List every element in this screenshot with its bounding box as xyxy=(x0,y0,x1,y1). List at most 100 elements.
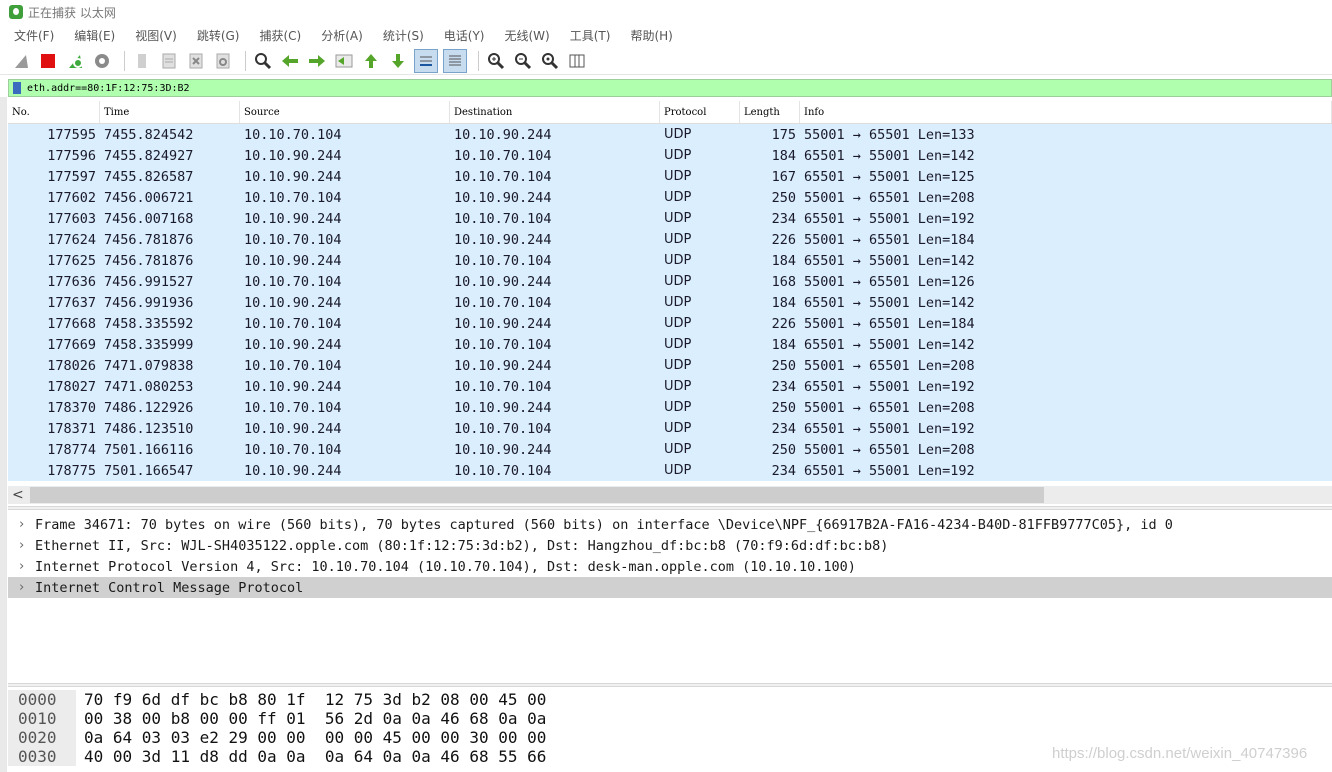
scroll-left-icon[interactable]: < xyxy=(12,486,24,504)
cell-no: 177637 xyxy=(47,294,96,311)
packet-row[interactable]: 178774 7501.166116 10.10.70.104 10.10.90.24… xyxy=(8,439,1332,460)
zoom-out-icon[interactable] xyxy=(512,50,534,72)
packet-row[interactable]: 177668 7458.335592 10.10.70.104 10.10.90.24… xyxy=(8,313,1332,334)
pane-splitter[interactable] xyxy=(8,506,1332,510)
normal-size-icon[interactable] xyxy=(539,50,561,72)
menu-item[interactable]: 工具(T) xyxy=(570,27,611,44)
detail-tree-item[interactable]: › Frame 34671: 70 bytes on wire (560 bits… xyxy=(8,514,1332,535)
cell-protocol: UDP xyxy=(664,190,692,205)
column-header-destination[interactable]: Destination xyxy=(450,101,660,123)
menu-item[interactable]: 统计(S) xyxy=(383,27,424,44)
hex-bytes[interactable]: 00 38 00 b8 00 00 ff 01 56 2d 0a 0a 46 6… xyxy=(84,709,546,728)
cell-info: 65501 → 55001 Len=142 xyxy=(804,294,975,311)
restart-capture-icon[interactable] xyxy=(64,50,86,72)
menu-item[interactable]: 捕获(C) xyxy=(259,27,301,44)
wireshark-app-icon xyxy=(9,5,23,19)
cell-no: 178026 xyxy=(47,357,96,374)
menu-bar: 文件(F) 编辑(E) 视图(V) 跳转(G) 捕获(C) 分析(A) 统计(S) 电话(Y)… xyxy=(0,24,1332,46)
packet-row[interactable]: 177597 7455.826587 10.10.90.244 10.10.70.10… xyxy=(8,166,1332,187)
cell-no: 177624 xyxy=(47,231,96,248)
menu-item[interactable]: 编辑(E) xyxy=(74,27,115,44)
last-packet-icon[interactable] xyxy=(387,50,409,72)
column-header-no[interactable]: No. xyxy=(8,101,100,123)
packet-row[interactable]: 177596 7455.824927 10.10.90.244 10.10.70.10… xyxy=(8,145,1332,166)
first-packet-icon[interactable] xyxy=(360,50,382,72)
open-file-icon[interactable] xyxy=(131,50,153,72)
packet-row[interactable]: 178775 7501.166547 10.10.90.244 10.10.70.10… xyxy=(8,460,1332,481)
cell-no: 178774 xyxy=(47,441,96,458)
menu-item[interactable]: 无线(W) xyxy=(505,27,550,44)
cell-length: 234 xyxy=(771,420,796,437)
cell-info: 65501 → 55001 Len=192 xyxy=(804,378,975,395)
packet-row[interactable]: 177637 7456.991936 10.10.90.244 10.10.70.10… xyxy=(8,292,1332,313)
go-forward-icon[interactable] xyxy=(306,50,328,72)
autoscroll-icon[interactable] xyxy=(414,48,438,73)
save-file-icon[interactable] xyxy=(158,50,180,72)
menu-item[interactable]: 跳转(G) xyxy=(197,27,240,44)
packet-row[interactable]: 177669 7458.335999 10.10.90.244 10.10.70.10… xyxy=(8,334,1332,355)
cell-length: 184 xyxy=(771,336,796,353)
find-packet-icon[interactable] xyxy=(252,50,274,72)
column-header-protocol[interactable]: Protocol xyxy=(660,101,740,123)
filter-bookmark-icon[interactable] xyxy=(13,82,21,94)
reload-file-icon[interactable] xyxy=(212,50,234,72)
menu-item[interactable]: 文件(F) xyxy=(14,27,54,44)
cell-destination: 10.10.90.244 xyxy=(454,273,552,290)
hex-bytes[interactable]: 40 00 3d 11 d8 dd 0a 0a 0a 64 0a 0a 46 6… xyxy=(84,747,546,766)
chevron-right-icon[interactable]: › xyxy=(8,538,35,553)
cell-length: 184 xyxy=(771,294,796,311)
scrollbar-thumb[interactable] xyxy=(30,487,1044,503)
shark-fin-start-icon[interactable] xyxy=(10,50,32,72)
go-back-icon[interactable] xyxy=(279,50,301,72)
detail-tree-item[interactable]: › Internet Control Message Protocol xyxy=(8,577,1332,598)
detail-tree-item[interactable]: › Ethernet II, Src: WJL-SH4035122.opple.c… xyxy=(8,535,1332,556)
display-filter-input[interactable] xyxy=(27,82,627,94)
chevron-right-icon[interactable]: › xyxy=(8,517,35,532)
hex-bytes[interactable]: 70 f9 6d df bc b8 80 1f 12 75 3d b2 08 0… xyxy=(84,690,546,709)
go-to-packet-icon[interactable] xyxy=(333,50,355,72)
chevron-right-icon[interactable]: › xyxy=(8,580,35,595)
zoom-in-icon[interactable] xyxy=(485,50,507,72)
packet-row[interactable]: 177624 7456.781876 10.10.70.104 10.10.90.24… xyxy=(8,229,1332,250)
resize-columns-icon[interactable] xyxy=(566,50,588,72)
hex-offset: 0010 xyxy=(8,709,76,728)
column-header-length[interactable]: Length xyxy=(740,101,800,123)
cell-destination: 10.10.70.104 xyxy=(454,294,552,311)
cell-no: 177669 xyxy=(47,336,96,353)
menu-item[interactable]: 电话(Y) xyxy=(444,27,485,44)
column-header-time[interactable]: Time xyxy=(100,101,240,123)
packet-row[interactable]: 177602 7456.006721 10.10.70.104 10.10.90.24… xyxy=(8,187,1332,208)
packet-row[interactable]: 178370 7486.122926 10.10.70.104 10.10.90.24… xyxy=(8,397,1332,418)
packet-list[interactable]: No. Time Source Destination Protocol Len… xyxy=(8,101,1332,484)
cell-no: 177595 xyxy=(47,126,96,143)
hex-bytes[interactable]: 0a 64 03 03 e2 29 00 00 00 00 45 00 00 3… xyxy=(84,728,546,747)
menu-item[interactable]: 帮助(H) xyxy=(630,27,672,44)
packet-row[interactable]: 178371 7486.123510 10.10.90.244 10.10.70.10… xyxy=(8,418,1332,439)
packet-row[interactable]: 178027 7471.080253 10.10.90.244 10.10.70.10… xyxy=(8,376,1332,397)
detail-tree-item[interactable]: › Internet Protocol Version 4, Src: 10.10… xyxy=(8,556,1332,577)
close-file-icon[interactable] xyxy=(185,50,207,72)
cell-time: 7455.824927 xyxy=(104,147,194,164)
stop-capture-icon[interactable] xyxy=(37,50,59,72)
cell-destination: 10.10.70.104 xyxy=(454,210,552,227)
window-title: 正在捕获 以太网 xyxy=(28,5,116,20)
packet-row[interactable]: 177603 7456.007168 10.10.90.244 10.10.70.10… xyxy=(8,208,1332,229)
cell-info: 55001 → 65501 Len=184 xyxy=(804,315,975,332)
packet-list-hscrollbar[interactable]: < xyxy=(8,486,1332,504)
colorize-icon[interactable] xyxy=(443,48,467,73)
cell-destination: 10.10.70.104 xyxy=(454,252,552,269)
packet-row[interactable]: 177636 7456.991527 10.10.70.104 10.10.90.24… xyxy=(8,271,1332,292)
cell-info: 55001 → 65501 Len=208 xyxy=(804,189,975,206)
menu-item[interactable]: 视图(V) xyxy=(135,27,177,44)
packet-row[interactable]: 177595 7455.824542 10.10.70.104 10.10.90.24… xyxy=(8,124,1332,145)
column-header-source[interactable]: Source xyxy=(240,101,450,123)
packet-row[interactable]: 178026 7471.079838 10.10.70.104 10.10.90.24… xyxy=(8,355,1332,376)
chevron-right-icon[interactable]: › xyxy=(8,559,35,574)
menu-item[interactable]: 分析(A) xyxy=(321,27,363,44)
cell-source: 10.10.70.104 xyxy=(244,357,342,374)
cell-length: 184 xyxy=(771,252,796,269)
packet-row[interactable]: 177625 7456.781876 10.10.90.244 10.10.70.10… xyxy=(8,250,1332,271)
column-header-info[interactable]: Info xyxy=(800,101,1332,123)
pane-splitter[interactable] xyxy=(8,683,1332,687)
capture-options-icon[interactable] xyxy=(91,50,113,72)
